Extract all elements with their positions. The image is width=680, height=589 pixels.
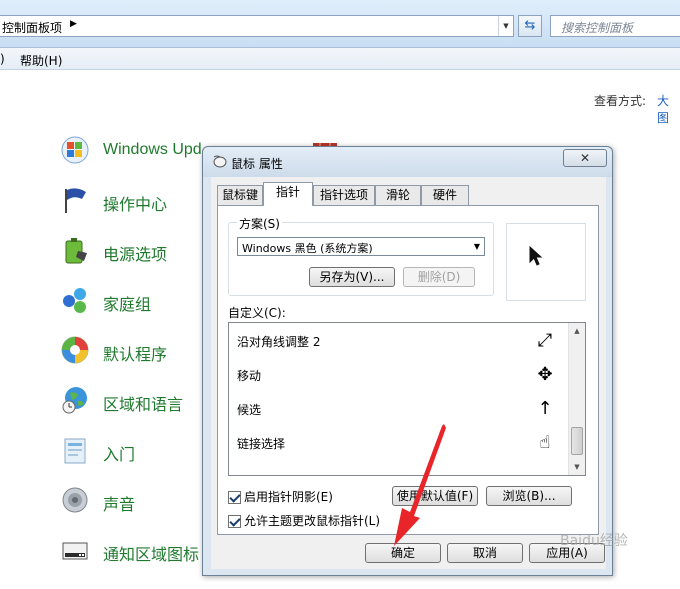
cp-item-homegroup[interactable]: 家庭组: [58, 283, 218, 319]
breadcrumb-chevron-icon[interactable]: ▶: [70, 19, 77, 29]
arrow-cursor-icon: [529, 246, 543, 266]
cp-item-label: 家庭组: [103, 297, 152, 314]
browse-button[interactable]: 浏览(B)...: [486, 486, 572, 506]
annotation-arrow-icon: [394, 424, 446, 546]
delete-button: 删除(D): [403, 267, 475, 287]
chevron-down-icon: ▼: [473, 242, 480, 251]
cp-item-power-options[interactable]: 电源选项: [58, 233, 218, 269]
address-toolbar: 控制面板项 ▶ ▼ ⇆ 搜索控制面板: [0, 0, 680, 48]
region-language-globe-icon: [58, 383, 92, 417]
tab-pointers[interactable]: 指针: [263, 182, 313, 206]
scrollbar[interactable]: ▲ ▼: [568, 323, 585, 475]
breadcrumb[interactable]: 控制面板项: [2, 19, 62, 36]
list-item[interactable]: 移动 ✥: [229, 357, 569, 391]
cursor-name: 沿对角线调整 2: [237, 335, 321, 349]
cp-item-label: 默认程序: [103, 347, 168, 364]
getting-started-icon: [58, 433, 92, 467]
hand-link-icon: ☝: [539, 432, 551, 453]
tab-hardware[interactable]: 硬件: [421, 185, 469, 205]
action-center-flag-icon: [58, 183, 92, 217]
cp-item-label: 区域和语言: [103, 397, 184, 414]
default-programs-icon: [58, 333, 92, 367]
address-dropdown-icon[interactable]: ▼: [498, 16, 513, 36]
scheme-selected: Windows 黑色 (系统方案): [242, 242, 373, 255]
view-mode-label: 查看方式:: [594, 94, 647, 108]
save-as-button[interactable]: 另存为(V)...: [309, 267, 395, 287]
scroll-down-icon[interactable]: ▼: [569, 459, 585, 475]
cp-item-label: 通知区域图标: [103, 547, 200, 564]
list-item[interactable]: 沿对角线调整 2 ⤢: [229, 323, 569, 357]
cursor-preview: [506, 223, 586, 301]
power-options-battery-icon: [58, 233, 92, 267]
close-icon: ✕: [579, 151, 591, 165]
cp-item-notification-area[interactable]: 通知区域图标: [58, 533, 218, 569]
cursor-name: 链接选择: [237, 437, 286, 451]
dialog-title-bar[interactable]: 鼠标 属性 ✕: [203, 147, 612, 177]
scheme-dropdown[interactable]: Windows 黑色 (系统方案) ▼: [237, 237, 485, 256]
customize-label: 自定义(C):: [228, 306, 286, 320]
tab-pointer-options[interactable]: 指针选项: [313, 185, 375, 205]
cp-item-action-center[interactable]: 操作中心: [58, 183, 218, 219]
refresh-icon: ⇆: [524, 18, 536, 33]
cp-item-label: 入门: [103, 447, 136, 464]
address-bar[interactable]: 控制面板项 ▶ ▼: [0, 15, 514, 37]
notification-area-icon: [58, 533, 92, 567]
alternate-select-icon: ↑: [537, 398, 553, 419]
menu-bar: ) 帮助(H): [0, 48, 680, 70]
enable-shadow-checkbox[interactable]: 启用指针阴影(E): [228, 488, 333, 506]
cursor-name: 移动: [237, 369, 262, 383]
close-button[interactable]: ✕: [563, 149, 607, 167]
mouse-icon: [213, 155, 227, 168]
search-input[interactable]: 搜索控制面板: [550, 15, 680, 37]
checkbox-checked[interactable]: [228, 491, 241, 504]
cp-item-getting-started[interactable]: 入门: [58, 433, 218, 469]
menu-item-help[interactable]: 帮助(H): [20, 52, 62, 69]
tab-buttons[interactable]: 鼠标键: [217, 185, 263, 205]
cp-item-label: 声音: [103, 497, 136, 514]
cp-item-label: 电源选项: [103, 247, 168, 264]
diagonal-resize-icon: ⤢: [537, 330, 553, 351]
allow-theme-label: 允许主题更改鼠标指针(L): [244, 514, 381, 528]
move-icon: ✥: [537, 364, 553, 385]
search-placeholder: 搜索控制面板: [561, 21, 634, 35]
sound-speaker-icon: [58, 483, 92, 517]
menu-item-partial[interactable]: ): [0, 52, 5, 66]
refresh-button[interactable]: ⇆: [518, 15, 542, 37]
scheme-group: 方案(S) Windows 黑色 (系统方案) ▼ 另存为(V)... 删除(D…: [228, 215, 494, 296]
scheme-label: 方案(S): [237, 215, 282, 232]
allow-theme-checkbox[interactable]: 允许主题更改鼠标指针(L): [228, 512, 380, 530]
cp-item-label: 操作中心: [103, 197, 168, 214]
windows-update-icon: [58, 133, 92, 167]
homegroup-icon: [58, 283, 92, 317]
cp-item-windows-update[interactable]: Windows Upd: [58, 133, 218, 169]
watermark: Baidu经验: [560, 533, 628, 549]
cp-item-sound[interactable]: 声音: [58, 483, 218, 519]
cp-item-default-programs[interactable]: 默认程序: [58, 333, 218, 369]
enable-shadow-label: 启用指针阴影(E): [244, 490, 333, 504]
view-mode-selector[interactable]: 大图: [657, 92, 680, 126]
checkbox-checked[interactable]: [228, 515, 241, 528]
cursor-name: 候选: [237, 403, 262, 417]
dialog-title: 鼠标 属性: [231, 157, 283, 171]
cp-item-region-language[interactable]: 区域和语言: [58, 383, 218, 419]
scroll-thumb[interactable]: [571, 427, 583, 455]
tab-wheel[interactable]: 滑轮: [375, 185, 421, 205]
cp-item-label: Windows Upd: [103, 141, 202, 158]
cancel-button[interactable]: 取消: [447, 543, 523, 563]
scroll-up-icon[interactable]: ▲: [569, 323, 585, 339]
